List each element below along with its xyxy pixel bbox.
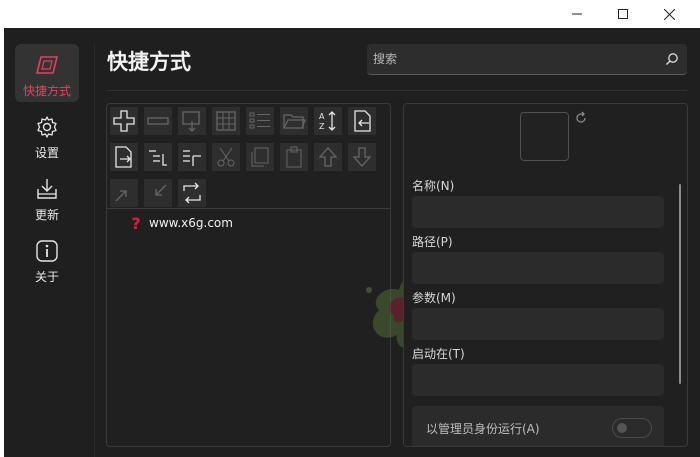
sidebar-item-label: 更新	[34, 208, 59, 222]
import-icon	[354, 110, 371, 132]
sidebar-item-label: 设置	[34, 146, 59, 160]
svg-text:A: A	[319, 112, 325, 121]
title-bar	[0, 0, 700, 28]
minimize-icon	[572, 13, 582, 15]
move-up-icon	[318, 147, 338, 167]
move-down-icon	[352, 147, 372, 167]
folder-open-icon	[283, 114, 306, 129]
shortcut-details-panel: 名称(N) 路径(P) 参数(M) 启动在(T) 以管理员身份运行(A)	[403, 103, 688, 447]
add-button[interactable]	[110, 107, 138, 135]
app-window: 快捷方式 设置 更新 关于 快捷方式 搜索 A Z ? www.x6g.com …	[4, 28, 700, 457]
header-divider	[107, 90, 687, 91]
sidebar-item-label: 关于	[34, 270, 59, 284]
list-icon	[249, 112, 270, 129]
args-label: 参数(M)	[412, 291, 456, 305]
info-icon	[34, 238, 60, 264]
page-title: 快捷方式	[107, 50, 191, 74]
move-down-button[interactable]	[348, 143, 376, 171]
refresh-button[interactable]	[178, 179, 206, 207]
args-field[interactable]	[412, 308, 664, 340]
indent-icon	[149, 150, 167, 166]
outdent-icon	[183, 150, 201, 166]
refresh-icon	[183, 182, 201, 204]
shortcut-icon	[34, 52, 60, 78]
remove-icon	[147, 117, 169, 125]
shortcut-icon-preview[interactable]	[520, 112, 569, 161]
search-input[interactable]	[373, 44, 653, 74]
expand-button[interactable]	[110, 179, 138, 207]
search-box	[367, 44, 687, 75]
sidebar-item-shortcuts[interactable]: 快捷方式	[15, 44, 79, 102]
import-button[interactable]	[348, 107, 376, 135]
sort-az-icon: AZ	[319, 111, 336, 131]
cut-button[interactable]	[212, 143, 240, 171]
list-item[interactable]: ? www.x6g.com	[129, 213, 233, 233]
maximize-icon	[618, 9, 628, 19]
expand-icon	[115, 190, 127, 202]
sidebar-divider	[94, 44, 95, 457]
question-icon: ?	[131, 213, 141, 233]
gear-icon	[34, 114, 60, 140]
svg-text:Z: Z	[319, 122, 325, 131]
reset-icon[interactable]	[574, 110, 590, 126]
toolbar-divider	[107, 208, 390, 209]
run-as-admin-toggle[interactable]	[612, 418, 652, 438]
sidebar-item-label: 快捷方式	[22, 84, 71, 98]
startin-label: 启动在(T)	[412, 347, 465, 361]
collapse-icon	[155, 184, 167, 196]
paste-button[interactable]	[280, 143, 308, 171]
drag-button[interactable]	[178, 107, 206, 135]
run-as-admin-label: 以管理员身份运行(A)	[426, 422, 540, 436]
startin-field[interactable]	[412, 364, 664, 396]
cut-icon	[217, 147, 235, 167]
copy-icon	[251, 147, 269, 167]
export-icon	[115, 146, 132, 168]
close-icon	[663, 8, 675, 20]
scrollbar[interactable]	[679, 184, 681, 384]
outdent-button[interactable]	[178, 143, 206, 171]
move-up-button[interactable]	[314, 143, 342, 171]
list-button[interactable]	[246, 107, 274, 135]
remove-button[interactable]	[144, 107, 172, 135]
close-button[interactable]	[646, 0, 692, 28]
grid-button[interactable]	[212, 107, 240, 135]
name-label: 名称(N)	[412, 179, 455, 193]
collapse-button[interactable]	[144, 179, 172, 207]
folder-open-button[interactable]	[280, 107, 308, 135]
grid-icon	[216, 111, 236, 131]
minimize-button[interactable]	[554, 0, 600, 28]
export-button[interactable]	[110, 143, 138, 171]
paste-icon	[286, 146, 302, 168]
maximize-button[interactable]	[600, 0, 646, 28]
sidebar: 快捷方式 设置 更新 关于	[4, 28, 92, 457]
indent-button[interactable]	[144, 143, 172, 171]
path-field[interactable]	[412, 252, 664, 284]
toggle-knob	[617, 423, 627, 433]
sidebar-item-settings[interactable]: 设置	[15, 106, 79, 164]
copy-button[interactable]	[246, 143, 274, 171]
sort-button[interactable]: AZ	[314, 107, 342, 135]
path-label: 路径(P)	[412, 235, 453, 249]
name-field[interactable]	[412, 196, 664, 228]
list-item-label: www.x6g.com	[149, 216, 233, 230]
search-icon[interactable]	[663, 50, 681, 68]
download-icon	[34, 176, 60, 202]
sidebar-item-about[interactable]: 关于	[15, 230, 79, 288]
sidebar-item-update[interactable]: 更新	[15, 168, 79, 226]
toolbar: AZ	[110, 107, 388, 207]
add-icon	[113, 110, 135, 132]
run-as-admin-row: 以管理员身份运行(A)	[412, 406, 664, 446]
drag-icon	[182, 111, 200, 132]
